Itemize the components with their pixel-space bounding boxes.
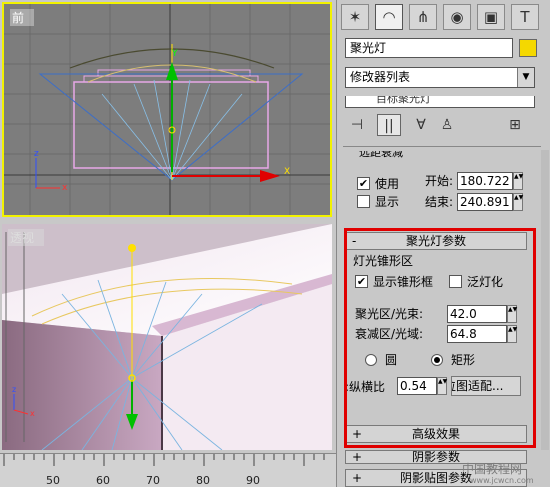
perspective-viewport-scene: z x xyxy=(2,224,332,450)
svg-text:z: z xyxy=(12,385,16,394)
make-unique-icon[interactable]: ∀ xyxy=(409,114,433,136)
use-checkbox[interactable]: ✔ xyxy=(357,177,370,190)
use-label: 使用 xyxy=(375,177,400,191)
display-tab[interactable]: ▣ xyxy=(477,4,505,30)
start-label: 开始: xyxy=(425,174,454,188)
chevron-down-icon[interactable]: ▼ xyxy=(517,68,534,87)
perspective-viewport-label[interactable]: 透视 xyxy=(8,229,45,246)
utilities-tab[interactable]: T xyxy=(511,4,539,30)
svg-text:X: X xyxy=(284,167,290,177)
ruler-tick-label: 50 xyxy=(46,474,60,487)
show-end-result-icon[interactable]: || xyxy=(377,114,401,136)
svg-text:x: x xyxy=(30,409,35,418)
far-attenuation-header: 远距衰减 xyxy=(359,151,403,159)
ruler-tick-label: 60 xyxy=(96,474,110,487)
shadow-params-title: 阴影参数 xyxy=(411,450,460,464)
hierarchy-tab[interactable]: ⋔ xyxy=(409,4,437,30)
monitor-icon: ▣ xyxy=(483,8,499,26)
object-color-swatch[interactable] xyxy=(519,39,537,57)
perspective-viewport[interactable]: z x 透视 xyxy=(2,224,332,450)
ruler-tick-label: 80 xyxy=(196,474,210,487)
end-label: 结束: xyxy=(425,195,454,209)
modifier-list-dropdown[interactable]: 修改器列表 xyxy=(345,67,535,88)
front-viewport-label[interactable]: 前 xyxy=(10,9,35,26)
rainbow-arc-icon: ◠ xyxy=(382,8,396,26)
svg-text:z: z xyxy=(34,149,39,159)
end-input[interactable]: 240.891 xyxy=(457,193,513,211)
motion-tab[interactable]: ◉ xyxy=(443,4,471,30)
ruler-tick-label: 90 xyxy=(246,474,260,487)
remove-modifier-icon[interactable]: ♙ xyxy=(435,114,459,136)
highlight-frame xyxy=(344,228,536,448)
svg-text:x: x xyxy=(62,183,68,193)
front-viewport-scene: Y X z x xyxy=(4,4,330,215)
configure-sets-icon[interactable]: ⊞ xyxy=(503,114,527,136)
panel-scrollbar[interactable] xyxy=(541,150,549,450)
front-viewport[interactable]: Y X z x 前 xyxy=(2,2,332,217)
show-checkbox[interactable] xyxy=(357,195,370,208)
star-cursor-icon: ✶ xyxy=(348,8,362,26)
ruler-tick-label: 70 xyxy=(146,474,160,487)
hierarchy-icon: ⋔ xyxy=(416,8,430,26)
watermark-url: www.jcwcn.com xyxy=(470,476,534,485)
start-spinner[interactable]: ▲▼ xyxy=(513,172,523,190)
watermark: 中国教程网 xyxy=(462,462,523,476)
timeline-ruler[interactable]: 50 60 70 80 90 xyxy=(0,453,336,487)
create-tab[interactable]: ✶ xyxy=(341,4,369,30)
svg-text:Y: Y xyxy=(171,49,178,59)
modifier-stack-entry[interactable]: 目标聚光灯 xyxy=(345,96,535,108)
modify-tab[interactable]: ◠ xyxy=(375,4,403,30)
object-name-field[interactable]: 聚光灯 xyxy=(345,38,513,58)
show-label: 显示 xyxy=(375,195,400,209)
hammer-icon: T xyxy=(520,8,530,26)
ruler-ticks xyxy=(3,454,325,466)
panel-divider xyxy=(343,146,541,147)
end-spinner[interactable]: ▲▼ xyxy=(513,193,523,211)
start-input[interactable]: 180.722 xyxy=(457,172,513,190)
motion-wheel-icon: ◉ xyxy=(450,8,464,26)
pin-stack-icon[interactable]: ⊣ xyxy=(345,114,369,136)
